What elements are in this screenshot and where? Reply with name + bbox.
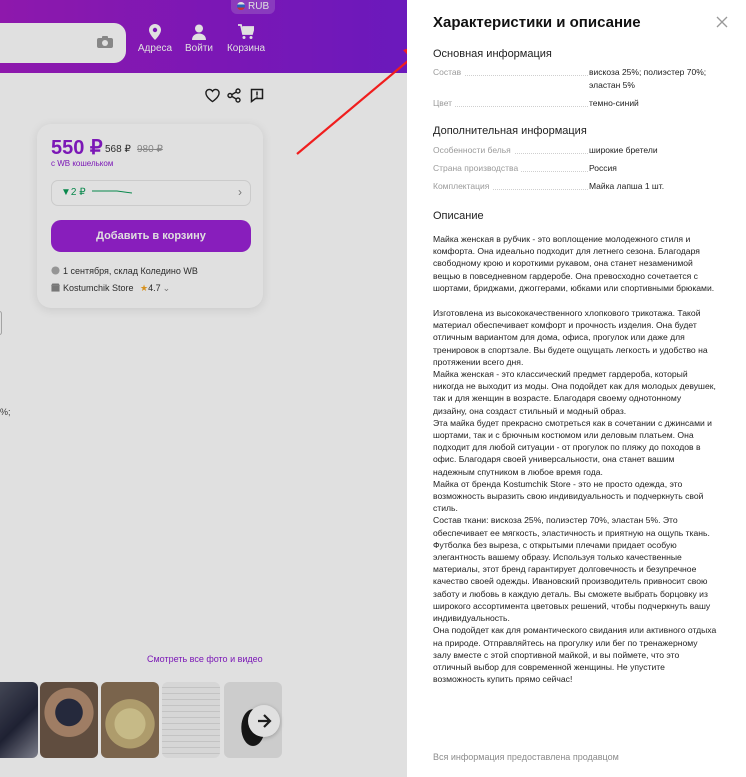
spec-key: Состав: [433, 66, 465, 79]
spec-value: широкие бретели: [589, 145, 658, 155]
description-heading: Описание: [433, 210, 484, 222]
seller-info-footnote: Вся информация предоставлена продавцом: [433, 752, 619, 762]
description-paragraph: Эта майка будет прекрасно смотреться как…: [433, 417, 712, 477]
close-icon[interactable]: [716, 16, 728, 28]
description-paragraph: Она подойдет как для романтического свид…: [433, 625, 717, 685]
description-paragraph: Майка от бренда Kostumchik Store - это н…: [433, 478, 704, 514]
characteristics-panel: Характеристики и описание Основная инфор…: [407, 0, 746, 777]
spec-key: Цвет: [433, 97, 456, 110]
panel-title: Характеристики и описание: [433, 14, 641, 31]
extra-info-heading: Дополнительная информация: [433, 125, 587, 137]
description-paragraph: Майка женская - это классический предмет…: [433, 369, 716, 416]
dotted-leader: [433, 106, 588, 107]
description-text: Майка женская в рубчик - это воплощение …: [433, 233, 717, 685]
spec-value: Майка лапша 1 шт.: [589, 181, 665, 191]
spec-key: Комплектация: [433, 180, 493, 193]
spec-value: вискоза 25%; полиэстер 70%; эластан 5%: [589, 67, 707, 90]
spec-key: Особенности белья: [433, 144, 514, 157]
spec-value: темно-синий: [589, 98, 639, 108]
description-paragraph: Майка женская в рубчик - это воплощение …: [433, 234, 715, 293]
spec-key: Страна производства: [433, 162, 522, 175]
description-paragraph: Изготовлена из высококачественного хлопк…: [433, 308, 708, 367]
spec-value: Россия: [589, 163, 617, 173]
description-paragraph: Состав ткани: вискоза 25%, полиэстер 70%…: [433, 515, 711, 624]
basic-info-heading: Основная информация: [433, 48, 552, 60]
